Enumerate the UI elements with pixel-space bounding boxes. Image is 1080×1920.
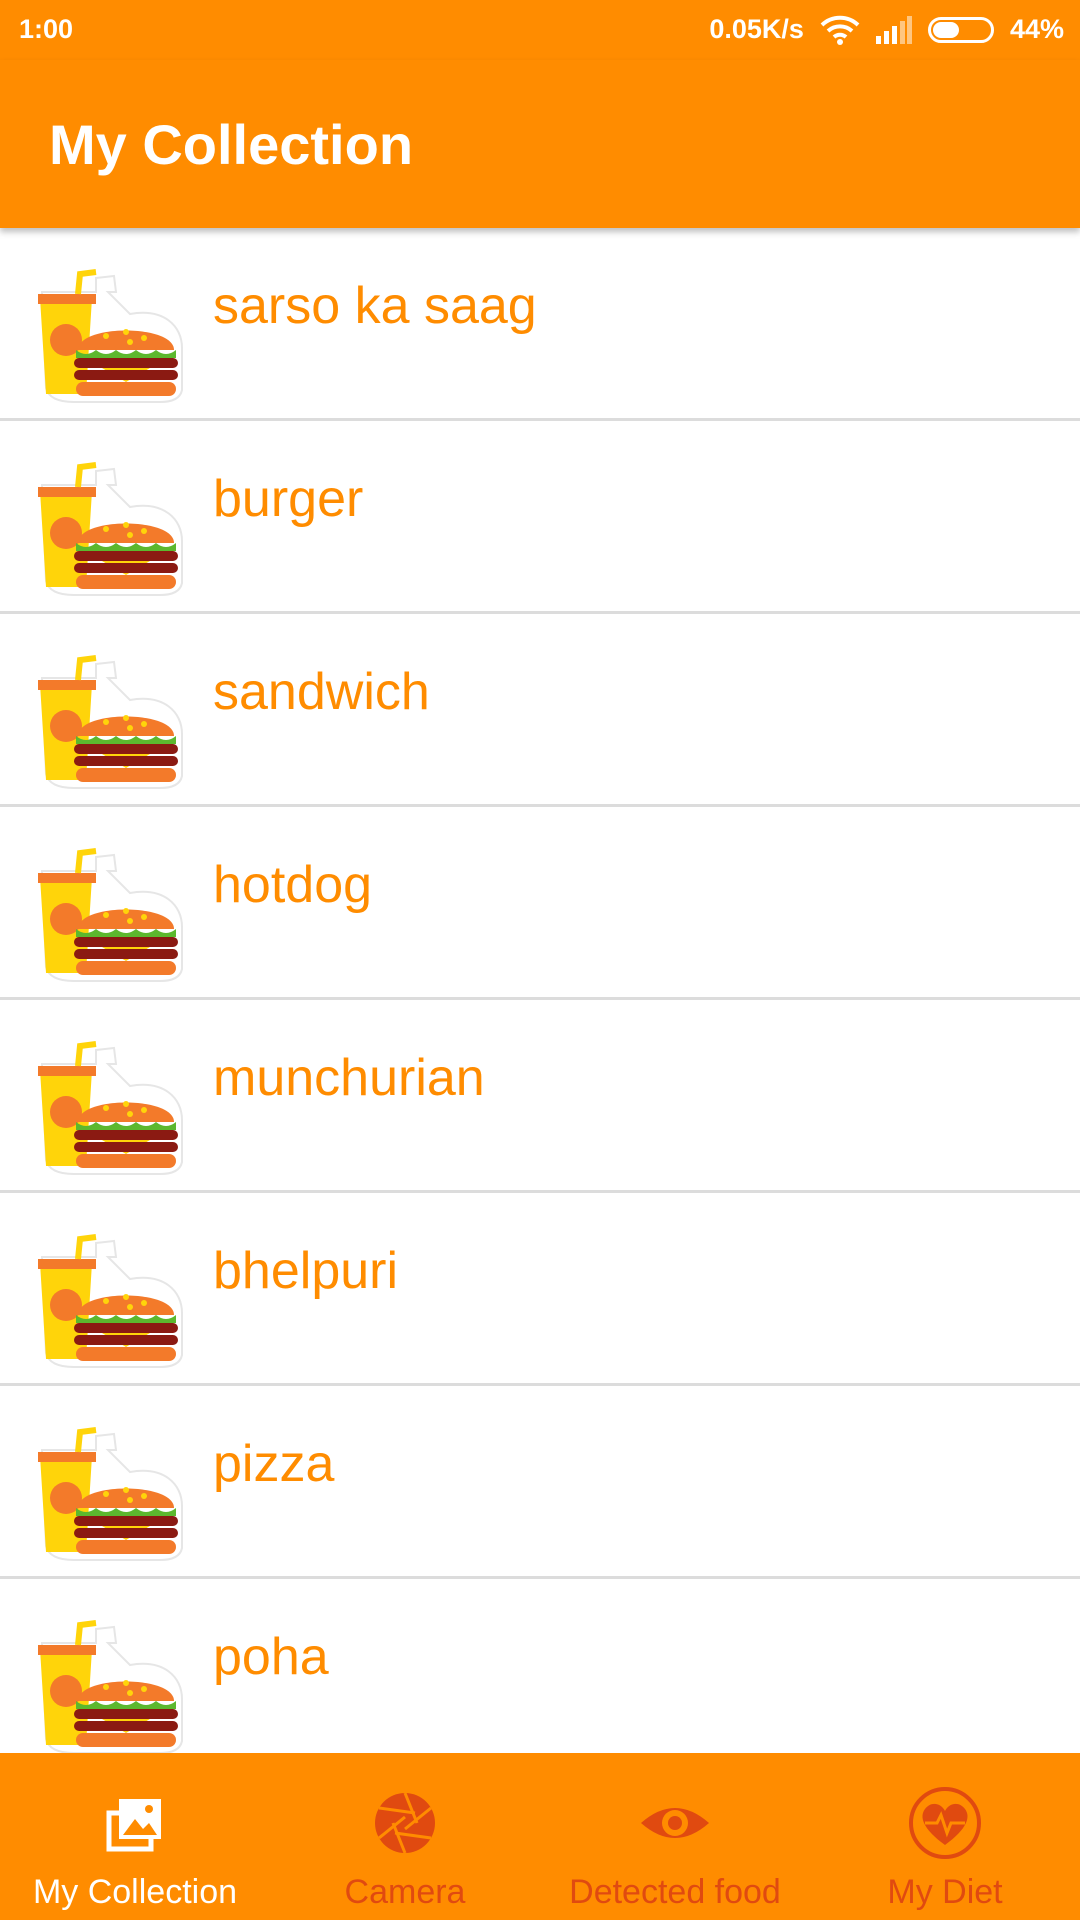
fast-food-icon [38, 848, 183, 982]
nav-label: My Diet [887, 1873, 1003, 1911]
list-item[interactable]: munchurian [0, 1000, 1080, 1193]
list-item[interactable]: pizza [0, 1386, 1080, 1579]
bottom-navigation: My Collection Camera Detected food My Di… [0, 1753, 1080, 1920]
gallery-icon [106, 1799, 161, 1852]
list-item[interactable]: sarso ka saag [0, 228, 1080, 421]
wifi-icon [820, 15, 860, 45]
signal-icon [875, 15, 912, 44]
nav-item-my-diet[interactable]: My Diet [810, 1753, 1080, 1920]
fast-food-icon [38, 1427, 183, 1561]
list-item[interactable]: hotdog [0, 807, 1080, 1000]
heart-pulse-icon [909, 1787, 981, 1859]
app-bar: My Collection [0, 60, 1080, 228]
battery-icon [927, 16, 994, 43]
list-item-label: sarso ka saag [213, 277, 537, 335]
nav-label: My Collection [32, 1873, 238, 1911]
page-title: My Collection [49, 113, 414, 176]
eye-icon [641, 1808, 709, 1838]
nav-item-detected-food[interactable]: Detected food [540, 1753, 810, 1920]
list-item-label: bhelpuri [213, 1242, 399, 1300]
status-bar: 1:00 0.05K/s 44% [0, 0, 1080, 60]
list-item-label: poha [213, 1628, 329, 1686]
list-item[interactable]: bhelpuri [0, 1193, 1080, 1386]
fast-food-icon [38, 1234, 183, 1368]
list-item-label: pizza [213, 1435, 335, 1493]
camera-aperture-icon [375, 1792, 435, 1854]
fast-food-icon [38, 1041, 183, 1175]
fast-food-icon [38, 269, 183, 403]
nav-item-camera[interactable]: Camera [270, 1753, 540, 1920]
status-time: 1:00 [19, 14, 74, 44]
list-item[interactable]: sandwich [0, 614, 1080, 807]
list-item-label: sandwich [213, 663, 430, 721]
nav-label: Detected food [569, 1873, 781, 1911]
collection-list: sarso ka saag burger sandwich hotdog mun… [0, 228, 1080, 1772]
battery-level-fill [932, 21, 960, 38]
list-item-label: burger [213, 470, 364, 528]
status-right-group: 0.05K/s 44% [709, 14, 1064, 45]
nav-item-my-collection[interactable]: My Collection [0, 1753, 270, 1920]
fast-food-icon [38, 462, 183, 596]
fast-food-icon [38, 655, 183, 789]
list-item-label: munchurian [213, 1049, 485, 1107]
battery-percent: 44% [1009, 14, 1064, 44]
nav-label: Camera [344, 1873, 466, 1911]
network-speed: 0.05K/s [709, 14, 804, 44]
list-item[interactable]: burger [0, 421, 1080, 614]
list-item[interactable]: poha [0, 1579, 1080, 1772]
fast-food-icon [38, 1620, 183, 1754]
list-item-label: hotdog [213, 856, 373, 914]
